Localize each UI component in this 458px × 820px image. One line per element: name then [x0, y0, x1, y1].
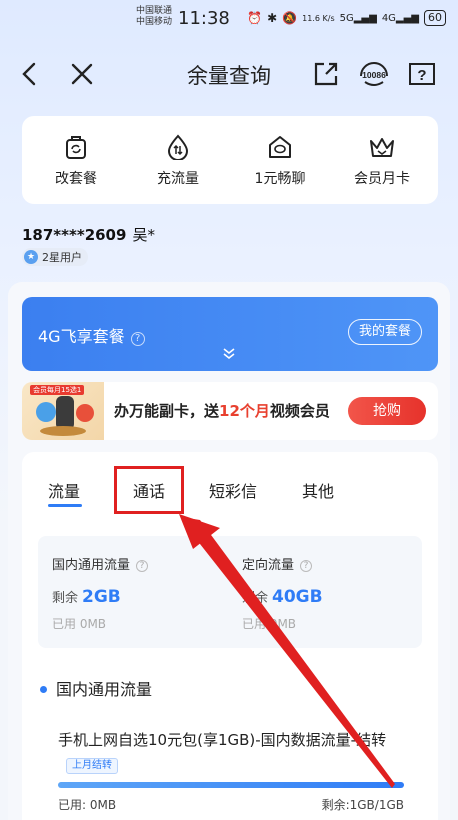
info-icon[interactable]: ?	[136, 560, 149, 572]
star-icon: ★	[24, 250, 38, 264]
chevron-left-icon	[22, 62, 36, 86]
usage-progress-fill	[58, 782, 404, 788]
quick-action-topup-data[interactable]: 充流量	[128, 134, 228, 188]
usage-summary: 国内通用流量? 剩余 2GB 已用 0MB 定向流量? 剩余 40GB 已用 0MB	[38, 536, 422, 648]
close-button[interactable]	[68, 60, 96, 88]
signal-icon: 5G▂▄▆	[339, 12, 377, 24]
annotation-highlight-box	[114, 466, 184, 514]
share-button[interactable]	[312, 60, 340, 88]
usage-remain-text: 剩余:1GB/1GB	[321, 798, 404, 812]
summary-used: 已用 0MB	[52, 617, 107, 631]
remain-label: 剩余	[242, 591, 269, 606]
signal-icon-2: 4G▂▄▆	[381, 12, 419, 24]
remain-value: 40GB	[272, 587, 323, 607]
section-title: 国内通用流量	[56, 680, 153, 699]
usage-progress-bar	[58, 782, 404, 788]
info-icon[interactable]: ?	[130, 332, 145, 346]
promo-image-tag: 会员每月15选1	[30, 385, 85, 395]
user-name: 吴*	[132, 226, 155, 244]
active-tab-indicator	[48, 504, 82, 507]
customer-service-button[interactable]: 10086	[356, 60, 392, 88]
tab-sms[interactable]: 短彩信	[209, 478, 257, 502]
carrier-1: 中国联通	[136, 6, 173, 16]
promo-text: 办万能副卡，送12个月视频会员	[114, 400, 330, 421]
quick-action-label: 改套餐	[55, 171, 97, 187]
remain-label: 剩余	[52, 591, 79, 606]
info-icon[interactable]: ?	[300, 560, 313, 572]
expand-down-icon[interactable]	[222, 347, 236, 361]
summary-remaining: 剩余 2GB	[52, 587, 148, 607]
summary-title: 定向流量?	[242, 554, 323, 573]
quick-actions-card: 改套餐 充流量 1元畅聊 会员月卡	[22, 116, 438, 204]
my-plan-button[interactable]: 我的套餐	[347, 319, 422, 345]
rollover-badge: 上月结转	[66, 758, 118, 774]
crown-icon	[370, 138, 394, 157]
clock: 11:38	[178, 8, 230, 29]
help-button[interactable]: ?	[408, 60, 436, 88]
plan-card[interactable]: 4G飞享套餐? 我的套餐	[22, 297, 438, 371]
service-number: 10086	[362, 70, 386, 80]
usage-used-text: 已用: 0MB	[58, 798, 117, 812]
quick-action-label: 充流量	[157, 171, 199, 187]
nav-bar: 余量查询 10086 ?	[0, 48, 458, 100]
back-button[interactable]	[16, 60, 44, 88]
package-name-text: 手机上网自选10元包(享1GB)-国内数据流量-结转	[58, 731, 387, 749]
plan-name-row: 4G飞享套餐?	[38, 323, 145, 347]
carrier-names: 中国联通 中国移动	[136, 6, 172, 28]
phone-number: 187****2609	[22, 226, 127, 244]
tab-other[interactable]: 其他	[302, 478, 334, 502]
package-change-icon	[66, 136, 86, 159]
carrier-2: 中国移动	[136, 17, 173, 27]
quick-action-change-plan[interactable]: 改套餐	[26, 134, 126, 188]
usage-card: 流量 通话 短彩信 其他 国内通用流量? 剩余 2GB 已用 0MB 定向流量? …	[22, 452, 438, 820]
data-topup-icon	[167, 134, 189, 160]
summary-used: 已用 0MB	[242, 617, 297, 631]
promo-image: 会员每月15选1	[22, 382, 104, 440]
battery-icon: 60	[424, 10, 446, 26]
quick-action-member-card[interactable]: 会员月卡	[332, 134, 432, 188]
promo-text-suffix: 视频会员	[269, 402, 330, 420]
plan-name: 4G飞享套餐	[38, 327, 125, 346]
chat-home-icon	[269, 136, 291, 158]
alarm-icon: ⏰	[247, 11, 263, 25]
promo-banner[interactable]: 会员每月15选1 办万能副卡，送12个月视频会员 抢购	[22, 382, 438, 440]
net-speed: 11.6 K/s	[302, 13, 335, 23]
promo-text-highlight: 12个月	[219, 402, 270, 420]
summary-title: 国内通用流量?	[52, 554, 149, 573]
remain-value: 2GB	[82, 587, 121, 607]
summary-title-text: 定向流量	[242, 558, 295, 573]
summary-remaining: 剩余 40GB	[242, 587, 323, 607]
status-icons: ⏰ ✱ 🔕 11.6 K/s 5G▂▄▆ 4G▂▄▆ 60	[247, 10, 446, 26]
share-icon	[314, 62, 338, 86]
help-book-icon: ?	[409, 63, 435, 85]
buy-button[interactable]: 抢购	[348, 397, 426, 425]
headset-icon: 10086	[360, 62, 388, 86]
svg-text:?: ?	[417, 67, 426, 84]
status-bar: 中国联通 中国移动 11:38 ⏰ ✱ 🔕 11.6 K/s 5G▂▄▆ 4G▂…	[0, 0, 458, 40]
promo-text-prefix: 办万能副卡，送	[114, 402, 220, 420]
bluetooth-icon: ✱	[267, 11, 278, 25]
summary-title-text: 国内通用流量	[52, 558, 131, 573]
quick-action-label: 会员月卡	[354, 171, 410, 187]
summary-general-data: 国内通用流量? 剩余 2GB 已用 0MB	[52, 554, 149, 632]
mute-icon: 🔕	[282, 11, 298, 25]
close-icon	[71, 63, 93, 85]
section-dot	[40, 686, 47, 693]
user-phone-number: 187****2609 吴*	[22, 224, 155, 245]
user-level-badge: ★ 2星用户	[22, 248, 88, 266]
user-level-label: 2星用户	[42, 251, 82, 264]
quick-action-one-yuan-chat[interactable]: 1元畅聊	[230, 134, 330, 188]
quick-action-label: 1元畅聊	[254, 171, 306, 187]
tab-data[interactable]: 流量	[48, 478, 80, 502]
package-name: 手机上网自选10元包(享1GB)-国内数据流量-结转上月结转	[58, 728, 418, 778]
summary-directed-data: 定向流量? 剩余 40GB 已用 0MB	[242, 554, 323, 632]
